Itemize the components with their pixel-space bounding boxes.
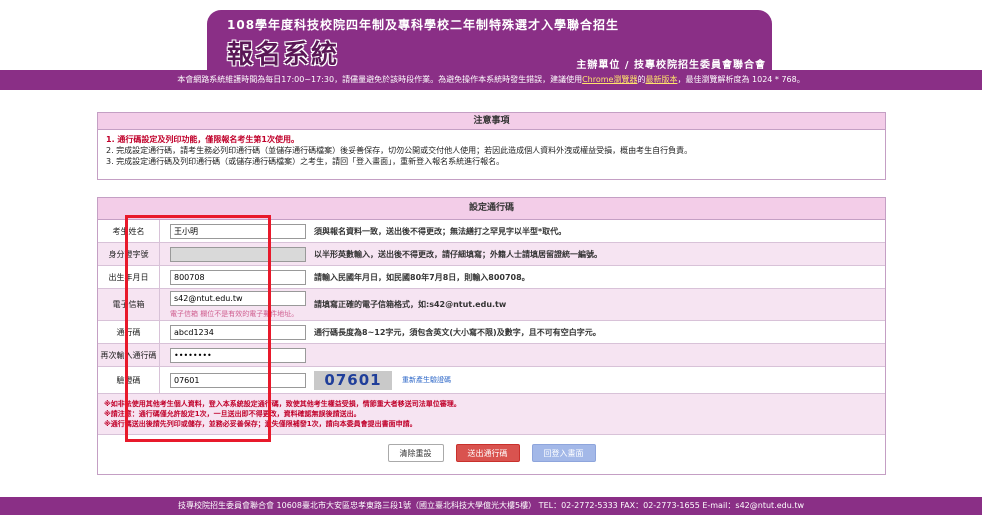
note-line-2: 2. 完成設定通行碼，請考生務必列印通行碼（並儲存通行碼檔案）後妥善保存，切勿公… [106, 146, 693, 155]
id-desc: 以半形英數輸入，送出後不得更改，請仔細填寫；外籍人士請填居留證統一編號。 [314, 249, 602, 259]
footer: 技專校院招生委員會聯合會 10608臺北市大安區忠孝東路三段1號（國立臺北科技大… [0, 497, 982, 515]
banner-title: 108學年度科技校院四年制及專科學校二年制特殊選才入學聯合招生 [227, 18, 620, 32]
name-input[interactable] [170, 223, 306, 239]
back-to-login-button[interactable]: 回登入畫面 [531, 443, 596, 462]
notice-text-after: ，最佳瀏覽解析度為 1024 * 768。 [677, 75, 805, 84]
row-password: 通行碼 通行碼長度為8~12字元，須包含英文(大小寫不限)及數字，且不可有空白字… [98, 321, 885, 344]
captcha-label: 驗證碼 [98, 367, 160, 393]
chrome-link[interactable]: Chrome瀏覽器 [582, 75, 637, 84]
row-birthday: 出生年月日 請輸入民國年月日，如民國80年7月8日，則輸入800708。 [98, 266, 885, 289]
row-email: 電子信箱 電子信箱 欄位不是有效的電子郵件地址。 請填寫正確的電子信箱格式，如:… [98, 289, 885, 321]
email-error: 電子信箱 欄位不是有效的電子郵件地址。 [170, 309, 299, 318]
password-confirm-desc [302, 344, 885, 366]
row-id: 身分證字號 以半形英數輸入，送出後不得更改，請仔細填寫；外籍人士請填居留證統一編… [98, 243, 885, 266]
regenerate-captcha-link[interactable]: 重新產生驗證碼 [402, 375, 451, 385]
email-input[interactable] [170, 290, 306, 306]
password-confirm-input[interactable] [170, 347, 306, 363]
id-label: 身分證字號 [98, 243, 160, 265]
form-heading: 設定通行碼 [98, 198, 885, 220]
submit-button[interactable]: 送出通行碼 [455, 443, 520, 462]
note-line-1: 1. 通行碼設定及列印功能，僅限報名考生第1次使用。 [106, 135, 299, 144]
notes-panel: 注意事項 1. 通行碼設定及列印功能，僅限報名考生第1次使用。 2. 完成設定通… [97, 112, 886, 180]
birthday-input[interactable] [170, 269, 306, 285]
note-line-3: 3. 完成設定通行碼及列印通行碼（或儲存通行碼檔案）之考生，請回「登入畫面」，重… [106, 157, 505, 166]
email-label: 電子信箱 [98, 289, 160, 320]
name-desc: 須與報名資料一致，送出後不得更改；無法繕打之罕見字以半型*取代。 [314, 226, 567, 236]
password-form: 設定通行碼 考生姓名 須與報名資料一致，送出後不得更改；無法繕打之罕見字以半型*… [97, 197, 886, 475]
header-banner: 108學年度科技校院四年制及專科學校二年制特殊選才入學聯合招生 報名系統 主辦單… [207, 10, 772, 71]
row-captcha: 驗證碼 07601 重新產生驗證碼 [98, 367, 885, 394]
password-desc: 通行碼長度為8~12字元，須包含英文(大小寫不限)及數字，且不可有空白字元。 [314, 327, 601, 337]
password-label: 通行碼 [98, 321, 160, 343]
notes-heading: 注意事項 [98, 113, 885, 130]
clear-button[interactable]: 清除重設 [387, 443, 444, 462]
id-input[interactable] [170, 246, 306, 262]
email-desc: 請填寫正確的電子信箱格式，如:s42@ntut.edu.tw [314, 300, 507, 309]
system-logo: 報名系統 [227, 40, 340, 70]
notice-text-before: 本會網路系統維護時間為每日17:00~17:30，請儘量避免於該時段作業。為避免… [177, 75, 583, 84]
birthday-label: 出生年月日 [98, 266, 160, 288]
captcha-input[interactable] [170, 372, 306, 388]
row-name: 考生姓名 須與報名資料一致，送出後不得更改；無法繕打之罕見字以半型*取代。 [98, 220, 885, 243]
name-label: 考生姓名 [98, 220, 160, 242]
latest-version-link[interactable]: 最新版本 [645, 75, 677, 84]
warning-line-2: ※請注意：通行碼僅允許設定1次，一旦送出即不得更改，資料確認無誤後請送出。 [104, 410, 361, 418]
organizer-subtitle: 主辦單位 / 技專校院招生委員會聯合會 [576, 60, 766, 71]
row-password-confirm: 再次輸入通行碼 [98, 344, 885, 367]
password-input[interactable] [170, 324, 306, 340]
warning-line-3: ※通行碼送出後請先列印或儲存，並務必妥善保存；遺失僅限補發1次，請向本委員會提出… [104, 420, 417, 428]
warning-line-1: ※如非法使用其他考生個人資料，登入本系統設定通行碼，致使其他考生權益受損，情節重… [104, 400, 461, 408]
birthday-desc: 請輸入民國年月日，如民國80年7月8日，則輸入800708。 [314, 272, 530, 282]
password-confirm-label: 再次輸入通行碼 [98, 344, 160, 366]
captcha-image: 07601 [314, 370, 392, 390]
button-bar: 清除重設 送出通行碼 回登入畫面 [98, 435, 885, 470]
warning-block: ※如非法使用其他考生個人資料，登入本系統設定通行碼，致使其他考生權益受損，情節重… [98, 394, 885, 435]
maintenance-notice: 本會網路系統維護時間為每日17:00~17:30，請儘量避免於該時段作業。為避免… [0, 70, 982, 90]
